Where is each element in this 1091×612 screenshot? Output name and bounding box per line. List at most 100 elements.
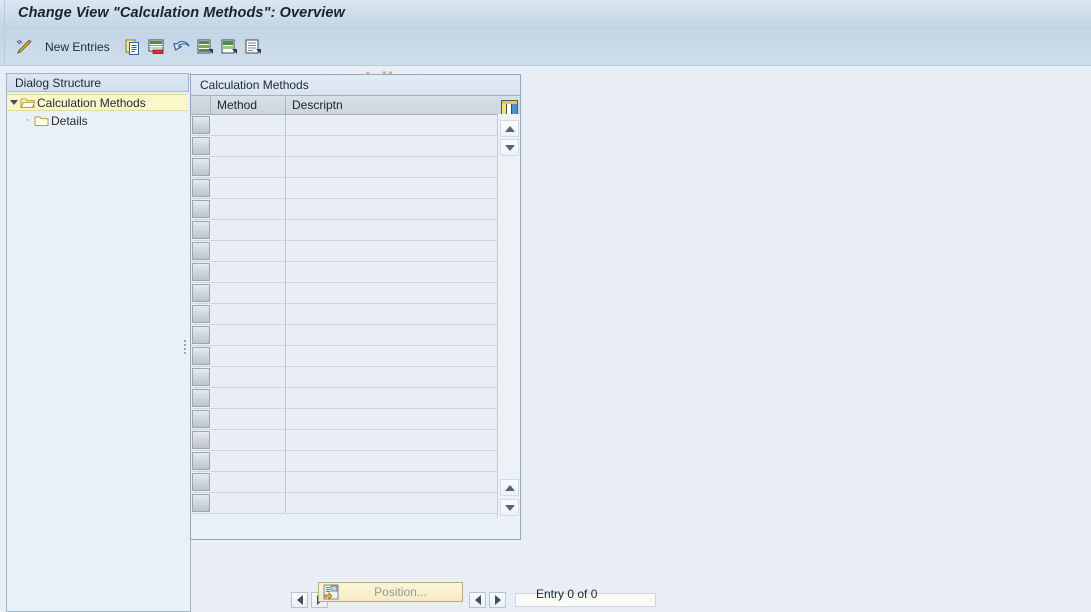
cell-descriptn[interactable]: [287, 346, 502, 366]
delete-button[interactable]: [147, 29, 165, 65]
cell-method[interactable]: [211, 115, 286, 135]
cell-descriptn[interactable]: [287, 220, 502, 240]
row-select-button[interactable]: [192, 284, 210, 302]
row-select-button[interactable]: [192, 221, 210, 239]
scroll-left-button[interactable]: [291, 592, 308, 608]
table-row[interactable]: [191, 325, 502, 346]
table-row[interactable]: [191, 199, 502, 220]
cell-method[interactable]: [211, 283, 286, 303]
cell-descriptn[interactable]: [287, 283, 502, 303]
row-select-button[interactable]: [192, 410, 210, 428]
table-row[interactable]: [191, 262, 502, 283]
cell-descriptn[interactable]: [287, 493, 502, 513]
table-row[interactable]: [191, 136, 502, 157]
row-select-button[interactable]: [192, 473, 210, 491]
select-all-button[interactable]: [196, 29, 214, 65]
copy-as-button[interactable]: [124, 29, 142, 65]
cell-descriptn[interactable]: [287, 136, 502, 156]
select-block-button[interactable]: [220, 29, 238, 65]
cell-method[interactable]: [211, 493, 286, 513]
cell-descriptn[interactable]: [287, 472, 502, 492]
undo-button[interactable]: [172, 29, 192, 65]
cell-method[interactable]: [211, 367, 286, 387]
cell-descriptn[interactable]: [287, 325, 502, 345]
row-select-button[interactable]: [192, 137, 210, 155]
cell-method[interactable]: [211, 220, 286, 240]
column-header-descriptn[interactable]: Descriptn: [286, 96, 501, 114]
row-select-button[interactable]: [192, 452, 210, 470]
row-select-button[interactable]: [192, 116, 210, 134]
display-change-button[interactable]: [14, 29, 34, 65]
table-row[interactable]: [191, 367, 502, 388]
cell-method[interactable]: [211, 178, 286, 198]
expand-collapse-icon[interactable]: [7, 94, 20, 111]
scroll-down-button-2[interactable]: [500, 499, 519, 516]
cell-descriptn[interactable]: [287, 199, 502, 219]
row-select-button[interactable]: [192, 368, 210, 386]
table-row[interactable]: [191, 346, 502, 367]
scroll-right-button-2[interactable]: [489, 592, 506, 608]
cell-descriptn[interactable]: [287, 451, 502, 471]
table-row[interactable]: [191, 157, 502, 178]
cell-descriptn[interactable]: [287, 115, 502, 135]
table-row[interactable]: [191, 388, 502, 409]
cell-method[interactable]: [211, 388, 286, 408]
cell-method[interactable]: [211, 304, 286, 324]
cell-method[interactable]: [211, 157, 286, 177]
row-select-button[interactable]: [192, 263, 210, 281]
table-row[interactable]: [191, 178, 502, 199]
table-row[interactable]: [191, 472, 502, 493]
position-button[interactable]: Position...: [318, 582, 463, 602]
panel-splitter-handle[interactable]: [183, 338, 188, 360]
cell-descriptn[interactable]: [287, 367, 502, 387]
cell-descriptn[interactable]: [287, 388, 502, 408]
scroll-left-button-2[interactable]: [469, 592, 486, 608]
row-select-button[interactable]: [192, 158, 210, 176]
sidebar-item-calculation-methods[interactable]: Calculation Methods: [7, 94, 188, 111]
cell-descriptn[interactable]: [287, 409, 502, 429]
row-select-button[interactable]: [192, 326, 210, 344]
table-row[interactable]: [191, 409, 502, 430]
row-select-button[interactable]: [192, 179, 210, 197]
table-row[interactable]: [191, 283, 502, 304]
cell-method[interactable]: [211, 451, 286, 471]
cell-method[interactable]: [211, 241, 286, 261]
row-select-button[interactable]: [192, 200, 210, 218]
select-all-column-header[interactable]: [191, 96, 211, 114]
deselect-all-button[interactable]: [244, 29, 262, 65]
table-row[interactable]: [191, 430, 502, 451]
row-select-button[interactable]: [192, 242, 210, 260]
cell-method[interactable]: [211, 262, 286, 282]
table-row[interactable]: [191, 115, 502, 136]
cell-descriptn[interactable]: [287, 430, 502, 450]
cell-method[interactable]: [211, 409, 286, 429]
scroll-up-button-2[interactable]: [500, 479, 519, 496]
cell-descriptn[interactable]: [287, 304, 502, 324]
column-header-method[interactable]: Method: [211, 96, 286, 114]
table-row[interactable]: [191, 451, 502, 472]
table-row[interactable]: [191, 220, 502, 241]
cell-method[interactable]: [211, 430, 286, 450]
row-select-button[interactable]: [192, 494, 210, 512]
scroll-down-button[interactable]: [500, 139, 519, 156]
cell-method[interactable]: [211, 199, 286, 219]
cell-descriptn[interactable]: [287, 241, 502, 261]
table-row[interactable]: [191, 241, 502, 262]
cell-method[interactable]: [211, 325, 286, 345]
cell-descriptn[interactable]: [287, 157, 502, 177]
row-select-button[interactable]: [192, 305, 210, 323]
row-select-button[interactable]: [192, 347, 210, 365]
table-row[interactable]: [191, 493, 502, 514]
table-row[interactable]: [191, 304, 502, 325]
cell-method[interactable]: [211, 346, 286, 366]
cell-descriptn[interactable]: [287, 262, 502, 282]
scroll-up-button[interactable]: [500, 120, 519, 137]
new-entries-button[interactable]: New Entries: [45, 29, 110, 65]
row-select-button[interactable]: [192, 431, 210, 449]
cell-method[interactable]: [211, 136, 286, 156]
vertical-scrollbar[interactable]: [497, 114, 520, 518]
row-select-button[interactable]: [192, 389, 210, 407]
cell-descriptn[interactable]: [287, 178, 502, 198]
sidebar-item-details[interactable]: · Details: [7, 112, 188, 129]
cell-method[interactable]: [211, 472, 286, 492]
